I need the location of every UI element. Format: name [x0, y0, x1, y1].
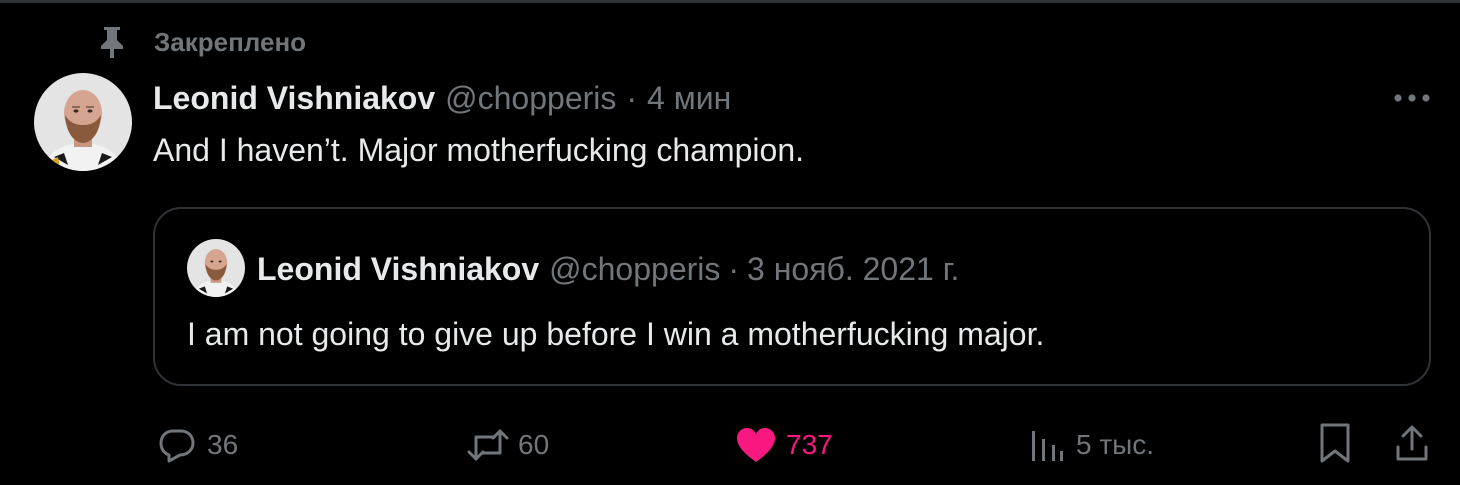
author-handle[interactable]: @chopperis: [445, 80, 616, 117]
quoted-avatar: [187, 239, 245, 297]
retweet-icon: [466, 423, 510, 467]
bookmark-button[interactable]: [1313, 422, 1357, 468]
quoted-author-handle: @chopperis: [549, 250, 721, 287]
heart-icon: [734, 423, 778, 467]
quoted-tweet-card[interactable]: Leonid Vishniakov @chopperis · 3 нояб. 2…: [153, 207, 1431, 386]
quoted-text: I am not going to give up before I win a…: [187, 316, 1045, 352]
avatar[interactable]: [34, 73, 132, 171]
timestamp[interactable]: 4 мин: [647, 80, 731, 117]
views-button[interactable]: 5 тыс.: [1024, 422, 1154, 468]
share-icon: [1394, 423, 1430, 468]
views-icon: [1024, 423, 1068, 467]
views-count: 5 тыс.: [1076, 429, 1155, 460]
tweet-header: Leonid Vishniakov @chopperis · 4 мин: [153, 78, 731, 118]
pinned-label: Закреплено: [154, 26, 307, 57]
top-divider: [0, 0, 1460, 3]
pin-icon: [96, 24, 128, 60]
more-options-button[interactable]: [1390, 84, 1434, 114]
tweet-text: And I haven’t. Major motherfucking champ…: [153, 132, 804, 168]
reply-icon: [155, 423, 199, 467]
reply-count: 36: [207, 429, 239, 460]
separator-dot: ·: [728, 250, 740, 287]
separator-dot: ·: [626, 79, 638, 116]
reply-button[interactable]: 36: [155, 422, 238, 468]
more-dots-icon: [1392, 90, 1432, 108]
quoted-header: Leonid Vishniakov @chopperis · 3 нояб. 2…: [257, 249, 959, 289]
bookmark-icon: [1318, 422, 1352, 469]
retweet-count: 60: [518, 429, 550, 460]
quoted-timestamp: 3 нояб. 2021 г.: [747, 250, 960, 287]
author-name[interactable]: Leonid Vishniakov: [153, 80, 435, 117]
share-button[interactable]: [1390, 422, 1434, 468]
like-button[interactable]: 737: [734, 422, 833, 468]
like-count: 737: [786, 429, 833, 460]
pinned-indicator: Закреплено: [96, 24, 306, 60]
quoted-author-name: Leonid Vishniakov: [257, 250, 540, 287]
retweet-button[interactable]: 60: [466, 422, 549, 468]
